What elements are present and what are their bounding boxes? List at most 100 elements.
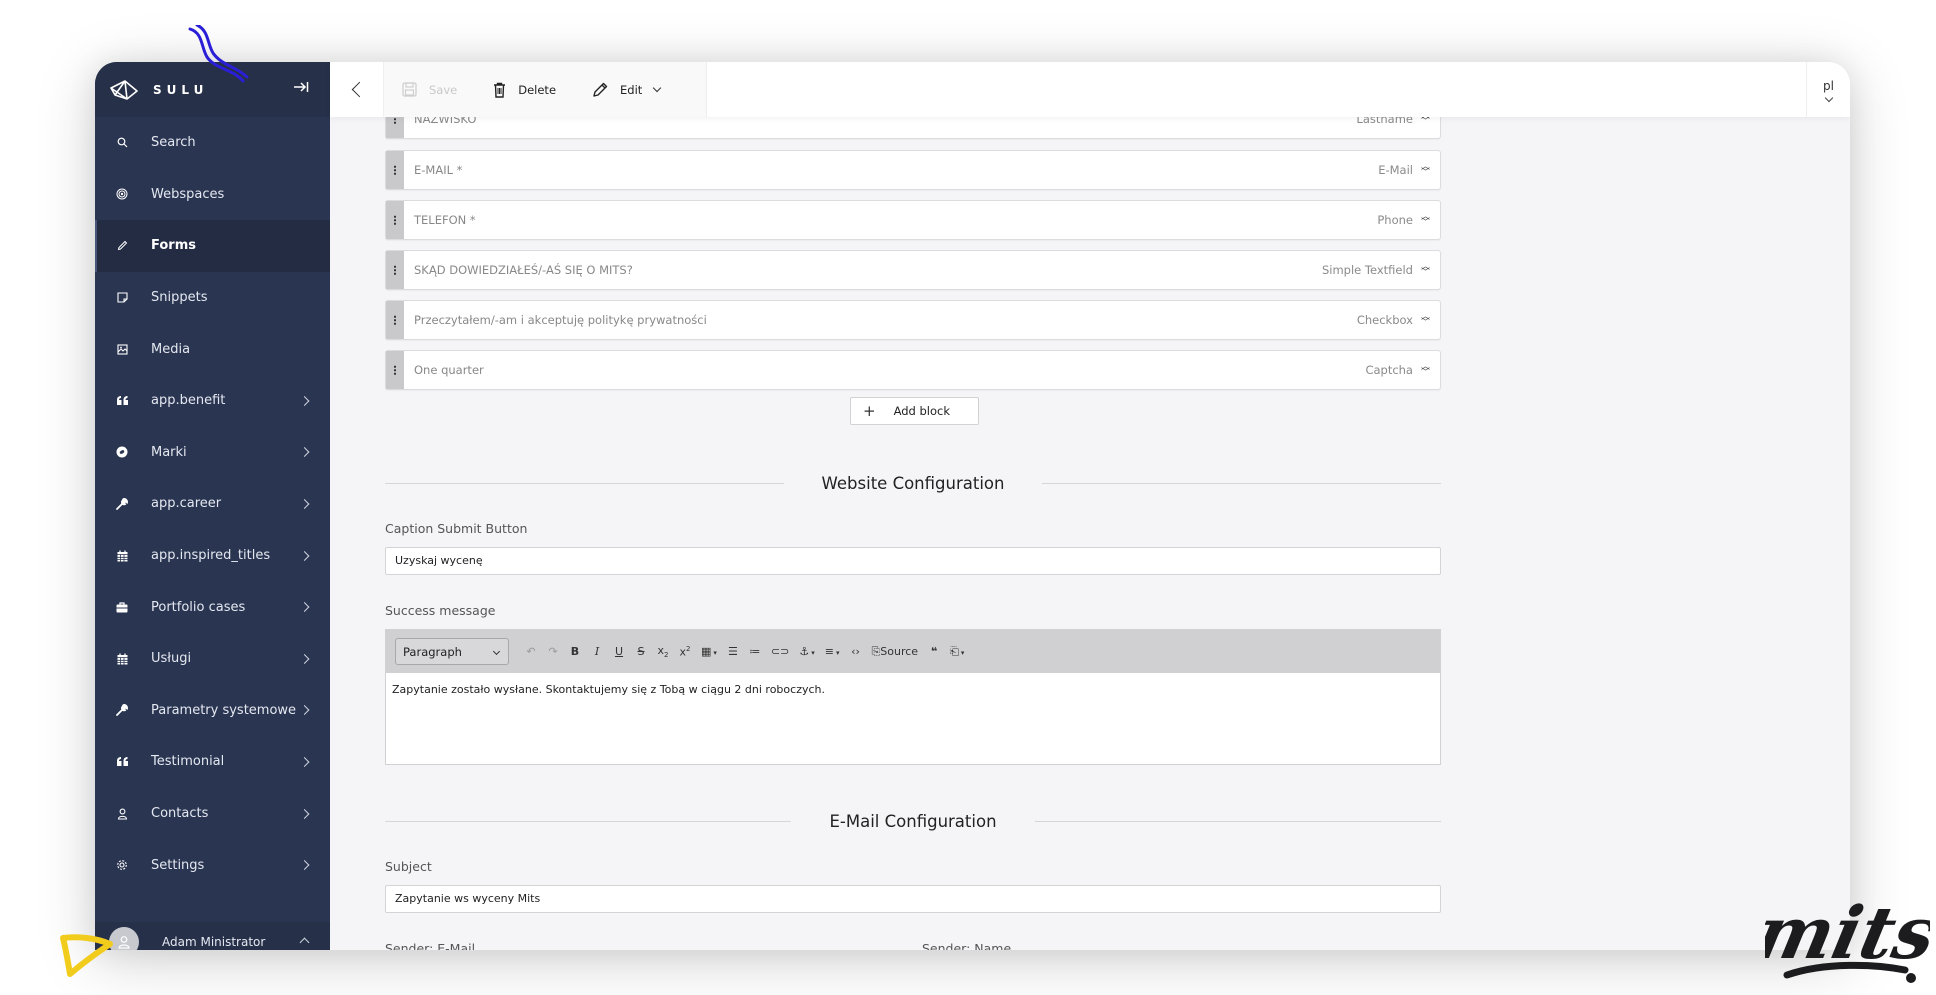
sidebar-item-app-benefit[interactable]: app.benefit <box>95 375 330 427</box>
trash-icon <box>494 82 506 98</box>
block-type-value: E-Mail <box>1378 163 1413 177</box>
back-button[interactable] <box>330 62 384 117</box>
block-title: E-MAIL * <box>414 163 463 177</box>
sidebar-item-media[interactable]: Media <box>95 323 330 375</box>
form-block[interactable]: TELEFON * Phone ︿ ﹀ <box>385 200 1441 240</box>
chevron-up-icon <box>299 937 310 948</box>
up-down-chevron-icon: ︿﹀ <box>1420 212 1430 228</box>
form-column: NAZWISKOLastname︿﹀E-MAIL *E-Mail︿﹀TELEFO… <box>385 62 1442 950</box>
sidebar-item-label: app.inspired_titles <box>151 548 271 564</box>
sidebar-item-app-inspired-titles[interactable]: app.inspired_titles <box>95 530 330 582</box>
main-content: NAZWISKOLastname︿﹀E-MAIL *E-Mail︿﹀TELEFO… <box>330 62 1850 950</box>
save-icon <box>402 82 417 97</box>
collapse-sidebar-button[interactable] <box>290 78 312 100</box>
block-type-select[interactable]: Checkbox ︿ ﹀ <box>1357 301 1440 339</box>
table-icon[interactable]: ▦ ▾ <box>701 645 717 658</box>
sidebar-item-us-ugi[interactable]: Usługi <box>95 633 330 685</box>
quote-icon <box>113 392 131 410</box>
bulleted-list-icon[interactable]: ☰ <box>727 645 739 658</box>
drag-handle-icon[interactable] <box>386 351 404 389</box>
sidebar-item-label: app.career <box>151 496 222 512</box>
form-block[interactable]: E-MAIL * E-Mail ︿ ﹀ <box>385 150 1441 190</box>
edit-dropdown-button[interactable]: Edit <box>592 82 662 98</box>
drag-handle-icon[interactable] <box>386 151 404 189</box>
sidebar-item-portfolio-cases[interactable]: Portfolio cases <box>95 581 330 633</box>
add-block-button[interactable]: + Add block <box>850 397 979 425</box>
chevron-right-icon <box>299 860 310 871</box>
code-icon[interactable]: ‹› <box>849 645 861 658</box>
drag-handle-icon[interactable] <box>386 301 404 339</box>
chevron-right-icon <box>299 447 310 458</box>
sidebar-item-label: Settings <box>151 857 205 873</box>
block-type-select[interactable]: Phone ︿ ﹀ <box>1377 201 1440 239</box>
delete-button[interactable]: Delete <box>493 82 556 98</box>
subject-input[interactable]: Zapytanie ws wyceny Mits <box>385 885 1441 913</box>
underline-icon[interactable]: U <box>613 645 625 658</box>
sidebar-item-parametry-systemowe[interactable]: Parametry systemowe <box>95 685 330 737</box>
block-type-select[interactable]: Simple Textfield ︿ ﹀ <box>1322 251 1440 289</box>
screen: SULU Search Webspaces Forms Snippets Media ap… <box>0 0 1936 995</box>
sidebar-item-label: app.benefit <box>151 393 226 409</box>
link-icon[interactable]: ⊂⊃ <box>771 645 789 658</box>
strikethrough-icon[interactable]: S <box>635 645 647 658</box>
block-type-select[interactable]: Captcha ︿ ﹀ <box>1365 351 1440 389</box>
user-avatar-icon <box>118 936 130 949</box>
quote-icon <box>113 753 131 771</box>
save-button[interactable]: Save <box>402 82 457 97</box>
chevron-right-icon <box>299 395 310 406</box>
sidebar-item-snippets[interactable]: Snippets <box>95 272 330 324</box>
sidebar-item-testimonial[interactable]: Testimonial <box>95 736 330 788</box>
delete-label: Delete <box>518 82 557 97</box>
anchor-icon[interactable]: ⚓ ▾ <box>799 645 814 658</box>
calendar-icon <box>113 547 131 565</box>
section-title: E-Mail Configuration <box>829 811 997 831</box>
mits-logo-icon: mits <box>1765 892 1930 983</box>
form-block[interactable]: Przeczytałem/-am i akceptuję politykę pr… <box>385 300 1441 340</box>
subscript-icon[interactable]: x2 <box>657 644 669 659</box>
form-block[interactable]: SKĄD DOWIEDZIAŁEŚ/-AŚ SIĘ O MITS? Simple … <box>385 250 1441 290</box>
gear-icon <box>113 856 131 874</box>
numbered-list-icon[interactable]: ≔ <box>749 645 761 658</box>
action-toolbar: Save Delete Edit <box>384 62 708 117</box>
sender-name-label: Sender: Name <box>922 941 1012 950</box>
block-title: TELEFON * <box>414 213 476 227</box>
sidebar-item-label: Forms <box>151 238 196 254</box>
locale-select[interactable]: pl <box>1806 62 1850 117</box>
drag-handle-icon[interactable] <box>386 201 404 239</box>
chevron-right-icon <box>299 653 310 664</box>
superscript-icon[interactable]: x2 <box>679 645 691 659</box>
divider <box>385 820 792 822</box>
redo-icon[interactable]: ↷ <box>547 645 559 658</box>
divider <box>385 482 784 484</box>
block-type-select[interactable]: E-Mail ︿ ﹀ <box>1378 151 1440 189</box>
editor-content[interactable]: Zapytanie zostało wysłane. Skontaktujemy… <box>386 673 1440 706</box>
drag-handle-icon[interactable] <box>386 251 404 289</box>
up-down-chevron-icon: ︿﹀ <box>1420 312 1430 328</box>
sidebar-item-app-career[interactable]: app.career <box>95 478 330 530</box>
align-icon[interactable]: ≡ ▾ <box>825 645 840 658</box>
sidebar: SULU Search Webspaces Forms Snippets Media ap… <box>95 62 330 950</box>
collapse-arrow-icon <box>294 82 309 92</box>
sidebar-item-search[interactable]: Search <box>95 117 330 169</box>
sidebar-item-marki[interactable]: Marki <box>95 427 330 479</box>
italic-icon[interactable]: I <box>591 645 603 658</box>
internal-link-icon[interactable]: ⎗ ▾ <box>950 645 964 659</box>
sidebar-item-label: Portfolio cases <box>151 599 246 615</box>
user-menu[interactable]: Adam Ministrator <box>95 922 330 950</box>
pencil-icon <box>593 82 608 97</box>
paragraph-format-select[interactable]: Paragraph <box>395 638 509 665</box>
blockquote-icon[interactable]: ❝ <box>928 645 940 658</box>
bold-icon[interactable]: B <box>569 645 581 658</box>
sidebar-item-contacts[interactable]: Contacts <box>95 788 330 840</box>
caption-submit-input[interactable]: Uzyskaj wycenę <box>385 547 1441 575</box>
user-icon <box>113 805 131 823</box>
caption-submit-label: Caption Submit Button <box>385 521 528 536</box>
pencil-icon <box>113 237 131 255</box>
sidebar-item-webspaces[interactable]: Webspaces <box>95 169 330 221</box>
sidebar-item-forms[interactable]: Forms <box>95 220 330 272</box>
form-block[interactable]: One quarter Captcha ︿ ﹀ <box>385 350 1441 390</box>
sidebar-item-settings[interactable]: Settings <box>95 839 330 891</box>
block-type-value: Captcha <box>1365 363 1413 377</box>
source-button[interactable]: ⎘Source <box>871 645 918 659</box>
undo-icon[interactable]: ↶ <box>525 645 537 658</box>
